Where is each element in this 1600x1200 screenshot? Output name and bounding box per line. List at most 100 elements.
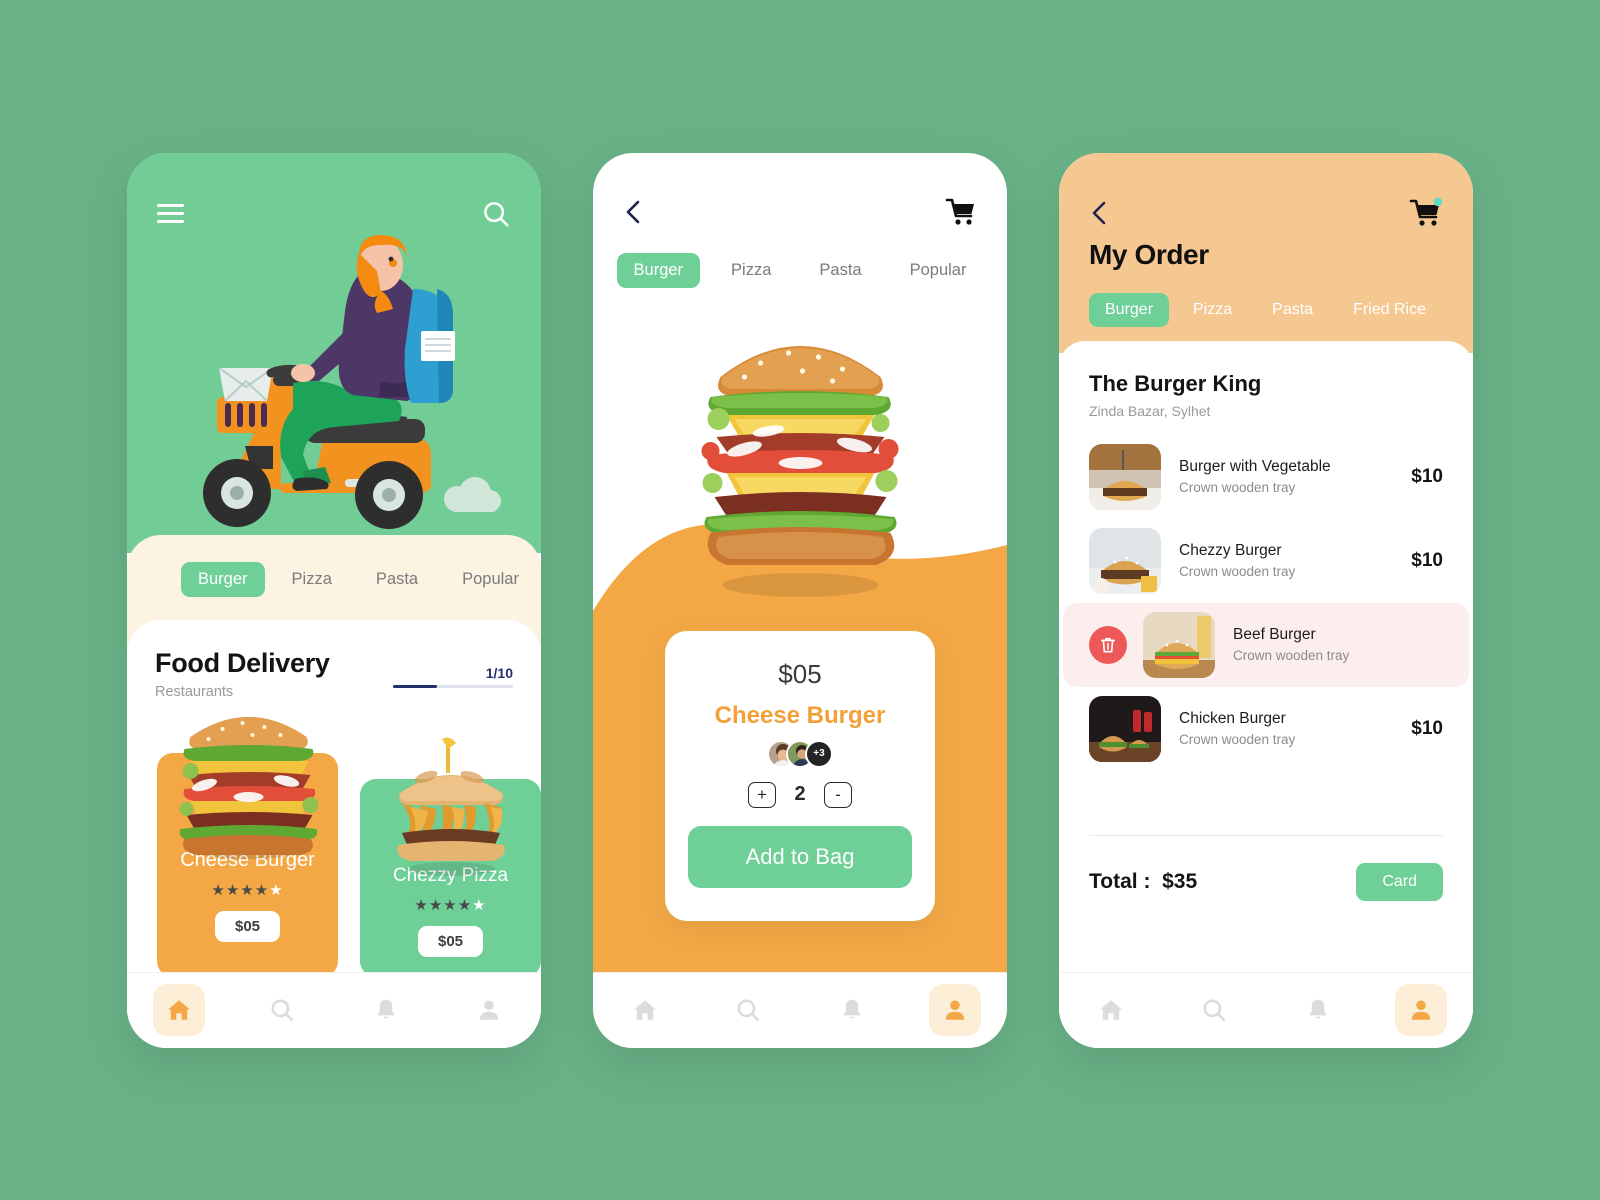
item-subtitle: Crown wooden tray: [1179, 732, 1296, 747]
nav-profile[interactable]: [929, 984, 982, 1036]
screen-home: Burger Pizza Pasta Popular Food Delivery…: [127, 152, 541, 1048]
avatar-overflow-count: +3: [805, 739, 833, 768]
order-item-row[interactable]: Chezzy Burger Crown wooden tray $10: [1059, 519, 1473, 603]
bell-icon: [377, 999, 395, 1019]
nav-profile[interactable]: [463, 984, 515, 1036]
item-subtitle: Crown wooden tray: [1179, 480, 1296, 495]
restaurant-name: The Burger King: [1089, 370, 1262, 396]
food-card-price: $05: [214, 910, 281, 942]
total-text: Total : $35: [1089, 870, 1197, 894]
food-card[interactable]: Cheese Burger ★★★★★ $05: [157, 716, 338, 977]
pay-card-button[interactable]: Card: [1356, 862, 1443, 901]
page-title: My Order: [1089, 238, 1209, 270]
tab-burger[interactable]: Burger: [1089, 292, 1170, 327]
search-icon: [271, 999, 294, 1022]
page-title: Food Delivery: [155, 647, 330, 678]
cheese-burger-photo: [179, 716, 318, 859]
delete-item-button[interactable]: [1089, 625, 1127, 664]
pager-count: 1/10: [485, 664, 513, 681]
item-subtitle: Crown wooden tray: [1233, 648, 1350, 663]
home-category-tabs: Burger Pizza Pasta Popular: [127, 553, 541, 607]
rating-stars: ★★★★★: [414, 896, 487, 914]
nav-notifications[interactable]: [826, 984, 878, 1036]
tab-pizza[interactable]: Pizza: [275, 562, 349, 597]
tab-popular[interactable]: Popular: [893, 253, 984, 288]
search-icon: [1203, 999, 1226, 1022]
app-mockup-stage: Burger Pizza Pasta Popular Food Delivery…: [0, 0, 1600, 1200]
total-divider: [1089, 834, 1443, 836]
screen-product-detail: Burger Pizza Pasta Popular $05 Cheese Bu…: [593, 152, 1007, 1048]
order-total-row: Total : $35 Card: [1089, 862, 1443, 901]
nav-search[interactable]: [722, 984, 774, 1036]
item-price: $10: [1411, 549, 1443, 571]
item-name: Burger with Vegetable: [1179, 458, 1331, 475]
order-item-list: Burger with Vegetable Crown wooden tray …: [1059, 435, 1473, 771]
quantity-stepper: + 2 -: [748, 781, 852, 808]
item-text: Burger with Vegetable Crown wooden tray: [1179, 458, 1411, 495]
add-to-bag-button[interactable]: Add to Bag: [688, 825, 912, 888]
item-thumbnail: [1143, 611, 1215, 678]
item-name: Beef Burger: [1233, 626, 1316, 643]
order-category-tabs: Burger Pizza Pasta Fried Rice: [1089, 292, 1459, 327]
nav-home[interactable]: [1085, 984, 1137, 1036]
item-thumbnail: [1089, 695, 1161, 762]
tab-burger[interactable]: Burger: [181, 562, 265, 597]
tab-pasta[interactable]: Pasta: [802, 253, 878, 288]
page-subtitle: Restaurants: [155, 683, 234, 700]
bottom-nav: [127, 971, 541, 1048]
screen-my-order: My Order Burger Pizza Pasta Fried Rice T…: [1059, 152, 1473, 1048]
avatar-group: +3: [767, 739, 833, 768]
cart-icon[interactable]: [945, 197, 977, 227]
item-price: $10: [1411, 717, 1443, 739]
item-text: Beef Burger Crown wooden tray: [1233, 626, 1439, 663]
food-card-list: Cheese Burger ★★★★★ $05 Chezzy Pizza ★★★…: [157, 716, 541, 977]
detail-category-tabs: Burger Pizza Pasta Popular: [593, 252, 1007, 288]
chevron-left-icon[interactable]: [1089, 199, 1109, 227]
nav-profile[interactable]: [1395, 984, 1448, 1036]
product-name: Cheese Burger: [714, 701, 886, 729]
tab-pasta[interactable]: Pasta: [359, 562, 435, 597]
restaurant-address: Zinda Bazar, Sylhet: [1089, 402, 1211, 419]
quantity-value: 2: [794, 783, 806, 805]
total-value: $35: [1162, 869, 1198, 893]
item-subtitle: Crown wooden tray: [1179, 564, 1296, 579]
tab-fried-rice[interactable]: Fried Rice: [1337, 293, 1442, 327]
delivery-scooter-illustration: [203, 234, 501, 529]
item-name: Chicken Burger: [1179, 710, 1286, 727]
food-card-price: $05: [417, 925, 484, 957]
order-item-row-selected[interactable]: Beef Burger Crown wooden tray: [1063, 602, 1469, 687]
food-card[interactable]: Chezzy Pizza ★★★★★ $05: [360, 737, 541, 977]
user-icon: [946, 1000, 965, 1020]
tab-burger[interactable]: Burger: [616, 252, 701, 288]
pager-track[interactable]: [393, 684, 513, 688]
nav-home[interactable]: [152, 984, 205, 1036]
detail-topbar: [623, 197, 977, 227]
nav-home[interactable]: [619, 984, 671, 1036]
nav-notifications[interactable]: [1292, 984, 1344, 1036]
item-price: $10: [1411, 465, 1443, 487]
decrease-quantity-button[interactable]: -: [824, 781, 852, 808]
order-item-row[interactable]: Chicken Burger Crown wooden tray $10: [1059, 687, 1473, 771]
hamburger-icon[interactable]: [157, 204, 184, 223]
trash-icon: [1100, 637, 1116, 652]
nav-notifications[interactable]: [360, 984, 412, 1036]
tab-pasta[interactable]: Pasta: [1256, 293, 1329, 327]
chezzy-pizza-photo: [396, 737, 505, 876]
search-icon[interactable]: [481, 199, 511, 229]
item-text: Chezzy Burger Crown wooden tray: [1179, 542, 1411, 579]
tab-popular[interactable]: Popular: [445, 562, 536, 597]
nav-search[interactable]: [256, 984, 308, 1036]
item-name: Chezzy Burger: [1179, 542, 1282, 559]
user-icon: [1412, 1000, 1431, 1020]
home-topbar: [157, 197, 511, 231]
user-icon: [480, 1000, 499, 1020]
total-label: Total :: [1089, 869, 1151, 893]
tab-pizza[interactable]: Pizza: [714, 253, 788, 288]
cheese-burger-hero-photo: [701, 345, 899, 597]
nav-search[interactable]: [1188, 984, 1240, 1036]
chevron-left-icon[interactable]: [623, 198, 643, 226]
order-item-row[interactable]: Burger with Vegetable Crown wooden tray …: [1059, 435, 1473, 519]
increase-quantity-button[interactable]: +: [748, 781, 776, 808]
tab-pizza[interactable]: Pizza: [1177, 293, 1248, 327]
cart-icon[interactable]: [1409, 197, 1443, 229]
